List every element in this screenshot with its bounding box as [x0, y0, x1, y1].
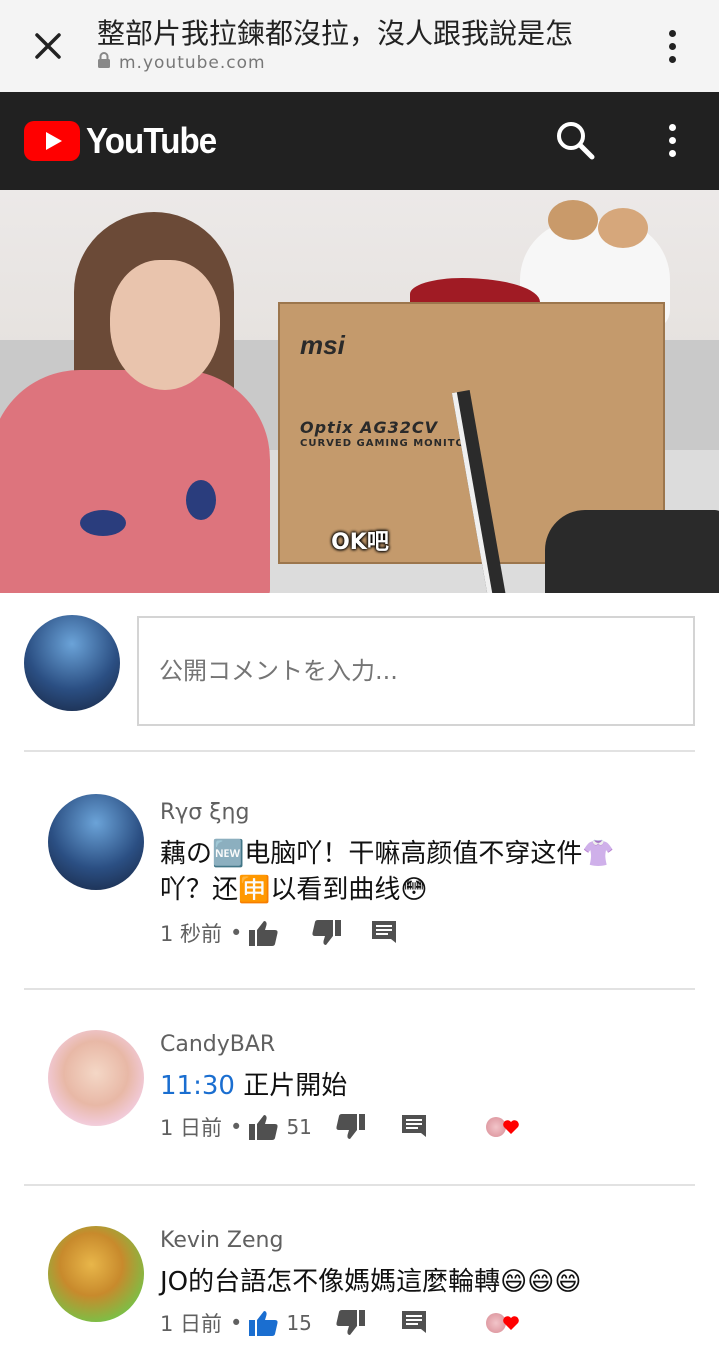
box-brand-text: msi [300, 330, 345, 360]
comment-text: JO的台語怎不像媽媽這麼輪轉😄😄😄 [160, 1267, 582, 1297]
thumb-down-icon[interactable] [334, 1113, 366, 1141]
comment-text: 11:30 正片開始 [160, 1071, 348, 1101]
lock-icon [97, 52, 111, 73]
browser-page-title: 整部片我拉鍊都沒拉，沒人跟我說是怎 [97, 17, 574, 50]
youtube-wordmark: YouTube [86, 120, 217, 161]
divider [24, 1184, 695, 1186]
divider [24, 750, 695, 752]
comment-author[interactable]: Rγσ ξηg [160, 800, 249, 825]
browser-toolbar: 整部片我拉鍊都沒拉，沒人跟我說是怎 m.youtube.com [0, 0, 719, 92]
avatar[interactable] [48, 794, 144, 890]
creator-heart-icon [485, 1117, 520, 1137]
comment-icon[interactable] [400, 1113, 428, 1141]
close-icon[interactable] [26, 24, 70, 68]
divider [24, 988, 695, 990]
box-model-text: Optix AG32CV [300, 418, 438, 437]
youtube-header: YouTube [0, 92, 719, 190]
video-caption: OK吧 [331, 530, 389, 555]
comment-icon[interactable] [370, 919, 398, 947]
video-scene-shirt-print [186, 480, 216, 520]
comment-text: 藕の🆕电脑吖！干嘛高颜值不穿这件👚吖？还🈸以看到曲线😳 [160, 839, 615, 905]
thumb-down-icon[interactable] [334, 1309, 366, 1337]
comment-item: Kevin Zeng JO的台語怎不像媽媽這麼輪轉😄😄😄 1 日前 • 15 [0, 1210, 719, 1350]
comment-actions: 1 日前 • 51 [160, 1112, 520, 1142]
comment-time: 1 日前 [160, 1116, 223, 1140]
comment-item: Rγσ ξηg 藕の🆕电脑吖！干嘛高颜值不穿这件👚吖？还🈸以看到曲线😳 1 秒前… [0, 778, 719, 978]
comment-input[interactable] [137, 616, 695, 726]
comment-actions: 1 日前 • 15 [160, 1308, 520, 1338]
video-scene-person-face [110, 260, 220, 390]
thumb-down-icon[interactable] [310, 919, 342, 947]
comment-author[interactable]: CandyBAR [160, 1032, 275, 1057]
thumb-up-icon[interactable] [248, 919, 280, 947]
comment-icon[interactable] [400, 1309, 428, 1337]
like-count: 15 [286, 1311, 312, 1335]
youtube-logo[interactable]: YouTube [24, 120, 228, 162]
video-player[interactable]: msi Optix AG32CV CURVED GAMING MONITOR O… [0, 190, 719, 593]
url-text: m.youtube.com [119, 52, 266, 73]
comment-time: 1 日前 [160, 1312, 223, 1336]
more-vert-icon[interactable] [656, 118, 688, 162]
comment-author[interactable]: Kevin Zeng [160, 1228, 283, 1253]
avatar[interactable] [48, 1226, 144, 1322]
browser-url: m.youtube.com [97, 52, 266, 73]
video-scene-plush [598, 208, 648, 248]
video-scene-bag [545, 510, 719, 593]
box-subtitle-text: CURVED GAMING MONITOR [300, 438, 474, 449]
avatar[interactable] [48, 1030, 144, 1126]
like-count: 51 [286, 1115, 312, 1139]
avatar [24, 615, 120, 711]
thumb-up-icon[interactable] [248, 1113, 280, 1141]
youtube-play-icon [24, 121, 80, 161]
video-scene-person-shirt [0, 370, 270, 593]
search-icon[interactable] [553, 118, 597, 162]
video-scene-plush [548, 200, 598, 240]
timestamp-link[interactable]: 11:30 [160, 1071, 235, 1101]
comment-time: 1 秒前 [160, 922, 223, 946]
comment-item: CandyBAR 11:30 正片開始 1 日前 • 51 [0, 1014, 719, 1184]
comment-actions: 1 秒前 • [160, 918, 398, 948]
creator-heart-icon [485, 1313, 520, 1333]
more-vert-icon[interactable] [656, 24, 688, 68]
thumb-up-icon[interactable] [248, 1309, 280, 1337]
video-scene-shirt-print [80, 510, 126, 536]
